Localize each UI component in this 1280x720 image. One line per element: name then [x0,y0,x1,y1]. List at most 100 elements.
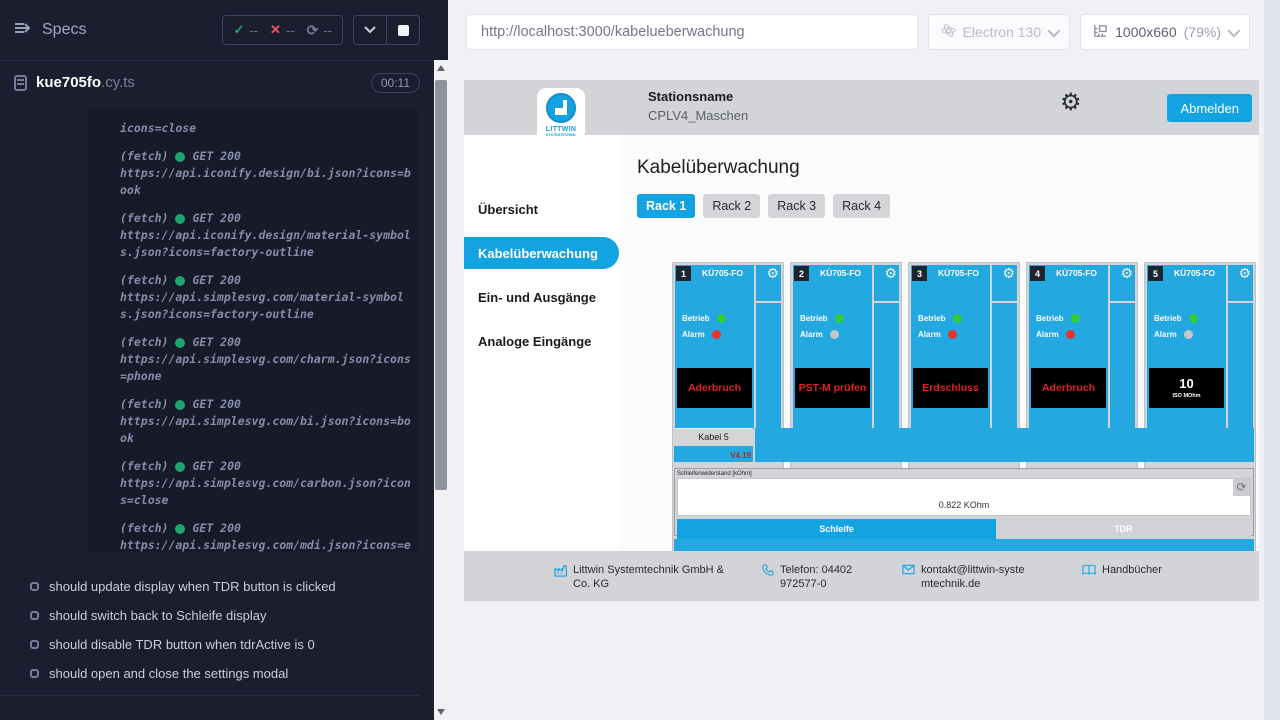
logout-button[interactable]: Abmelden [1167,94,1252,122]
url-bar[interactable] [466,14,918,50]
betrieb-label: Betrieb [1036,314,1064,323]
stop-button[interactable] [387,16,419,44]
slot-number-badge: 2 [794,266,809,281]
device-settings-gear-icon[interactable]: ⚙ [766,266,779,280]
device-settings-gear-icon[interactable]: ⚙ [1238,266,1251,280]
display-message: Aderbruch [688,383,741,394]
test-title: should update display when TDR button is… [49,579,336,594]
browser-selector[interactable]: Electron 130 [928,14,1071,50]
log-entry[interactable]: (fetch) GET 200 https://api.simplesvg.co… [120,272,412,323]
alarm-led [830,330,839,339]
viewport-icon [1093,23,1108,41]
scroll-down-button[interactable] [434,704,448,720]
betrieb-label: Betrieb [1154,314,1182,323]
browser-controls: Electron 130 1000x660 (79%) [466,14,1250,50]
device-settings-gear-icon[interactable]: ⚙ [1002,266,1015,280]
collapse-button[interactable] [354,16,386,44]
fetch-label: (fetch) [120,458,168,475]
command-log: (fetch) GET 200 icons=close (fetch) GET … [88,110,418,552]
specs-label[interactable]: Specs [42,21,86,39]
test-item[interactable]: should switch back to Schleife display [0,601,418,630]
resistance-readout: ⟳ 0.822 KOhm [1144,478,1251,516]
rack-tab[interactable]: Rack 3 [768,194,825,218]
status-label: GET 200 [192,334,240,351]
station-label: Stationsname [648,89,748,104]
fetch-label: (fetch) [120,210,168,227]
sidebar-item[interactable]: Übersicht [464,193,619,225]
refresh-icon[interactable]: ⟳ [1233,479,1250,496]
viewport-size: 1000x660 [1115,24,1177,40]
alarm-label: Alarm [800,330,823,339]
sidebar-item[interactable]: Kabelüberwachung [464,237,619,269]
display-message: PST-M prüfen [799,383,867,394]
device-settings-gear-icon[interactable]: ⚙ [1120,266,1133,280]
littwin-logo: LITTWIN SYSTEMTECHNIK [537,88,585,145]
scroll-up-button[interactable] [434,60,448,76]
log-entry[interactable]: (fetch) GET 200 https://api.iconify.desi… [120,210,412,261]
stat-passed: ✓-- [233,22,258,38]
betrieb-label: Betrieb [800,314,828,323]
run-controls [353,15,420,45]
spec-file-icon [14,75,27,91]
status-ok-dot-icon [175,338,185,348]
viewport-selector[interactable]: 1000x660 (79%) [1080,14,1250,50]
status-ok-dot-icon [175,152,185,162]
device-model: KÜ705-FO [1047,268,1106,278]
settings-gear-icon[interactable]: ⚙ [1060,91,1082,115]
log-entry[interactable]: (fetch) GET 200 icons=close [120,120,412,137]
device-card: 5 KÜ705-FO Betrieb Alarm 10 ISO MOhm [1144,262,1256,554]
log-url: https://api.iconify.design/bi.json?icons… [120,165,412,199]
test-pending-icon [30,669,39,678]
status-label: GET 200 [192,210,240,227]
viewport-zoom: (79%) [1184,24,1221,40]
chevron-down-icon [364,21,376,39]
status-ok-dot-icon [175,462,185,472]
scrollbar-track[interactable] [434,60,448,720]
chevron-down-icon [1048,24,1061,37]
app-main: Kabelüberwachung Rack 1 Rack 2 Rack 3 [619,135,1259,601]
device-display: Erdschluss [913,368,988,408]
rack-tab[interactable]: Rack 2 [703,194,760,218]
tdr-button[interactable]: TDR [1144,519,1251,539]
device-display: Aderbruch [677,368,752,408]
log-entry[interactable]: (fetch) GET 200 https://api.simplesvg.co… [120,458,412,509]
alarm-label: Alarm [1036,330,1059,339]
footer-email[interactable]: kontakt@littwin-systemtechnik.de [902,563,1027,591]
chevron-down-icon [1228,24,1241,37]
book-icon [1082,564,1096,580]
test-item[interactable]: should disable TDR button when tdrActive… [0,630,418,659]
alarm-label: Alarm [1154,330,1177,339]
device-model: KÜ705-FO [1165,268,1224,278]
resistance-value: 0.822 KOhm [1144,500,1250,510]
arrow-up-icon [437,65,445,71]
scrollbar-thumb[interactable] [435,80,447,490]
url-input[interactable] [467,24,917,40]
app-sidebar: Übersicht Kabelüberwachung Ein- und Ausg… [464,135,619,601]
log-entry[interactable]: (fetch) GET 200 https://api.simplesvg.co… [120,520,412,552]
fetch-label: (fetch) [120,334,168,351]
sidebar-item[interactable]: Analoge Eingänge [464,325,619,357]
test-item[interactable]: should open and close the settings modal [0,659,418,688]
footer-manuals-link[interactable]: Handbücher [1082,563,1162,580]
status-ok-dot-icon [175,214,185,224]
log-entry[interactable]: (fetch) GET 200 https://api.simplesvg.co… [120,334,412,385]
status-label: GET 200 [192,272,240,289]
log-entry[interactable]: (fetch) GET 200 https://api.iconify.desi… [120,148,412,199]
sidebar-item[interactable]: Ein- und Ausgänge [464,281,619,313]
device-cards: 1 KÜ705-FO Betrieb Alarm Aderbruch [672,262,1256,554]
specs-menu-icon[interactable] [14,21,32,40]
rack-tab[interactable]: Rack 1 [637,194,695,218]
log-url: https://api.simplesvg.com/material-symbo… [120,289,412,323]
test-item[interactable]: should update display when TDR button is… [0,572,418,601]
status-label: GET 200 [192,148,240,165]
device-settings-gear-icon[interactable]: ⚙ [884,266,897,280]
log-url: icons=close [120,120,412,137]
spec-file-row[interactable]: kue705fo.cy.ts 00:11 [0,61,434,105]
littwin-logo-icon [546,93,576,123]
slot-number-badge: 3 [912,266,927,281]
rack-tab[interactable]: Rack 4 [833,194,890,218]
status-ok-dot-icon [175,400,185,410]
log-entry[interactable]: (fetch) GET 200 https://api.simplesvg.co… [120,396,412,447]
phone-icon [762,564,774,591]
display-message: Erdschluss [922,383,979,394]
